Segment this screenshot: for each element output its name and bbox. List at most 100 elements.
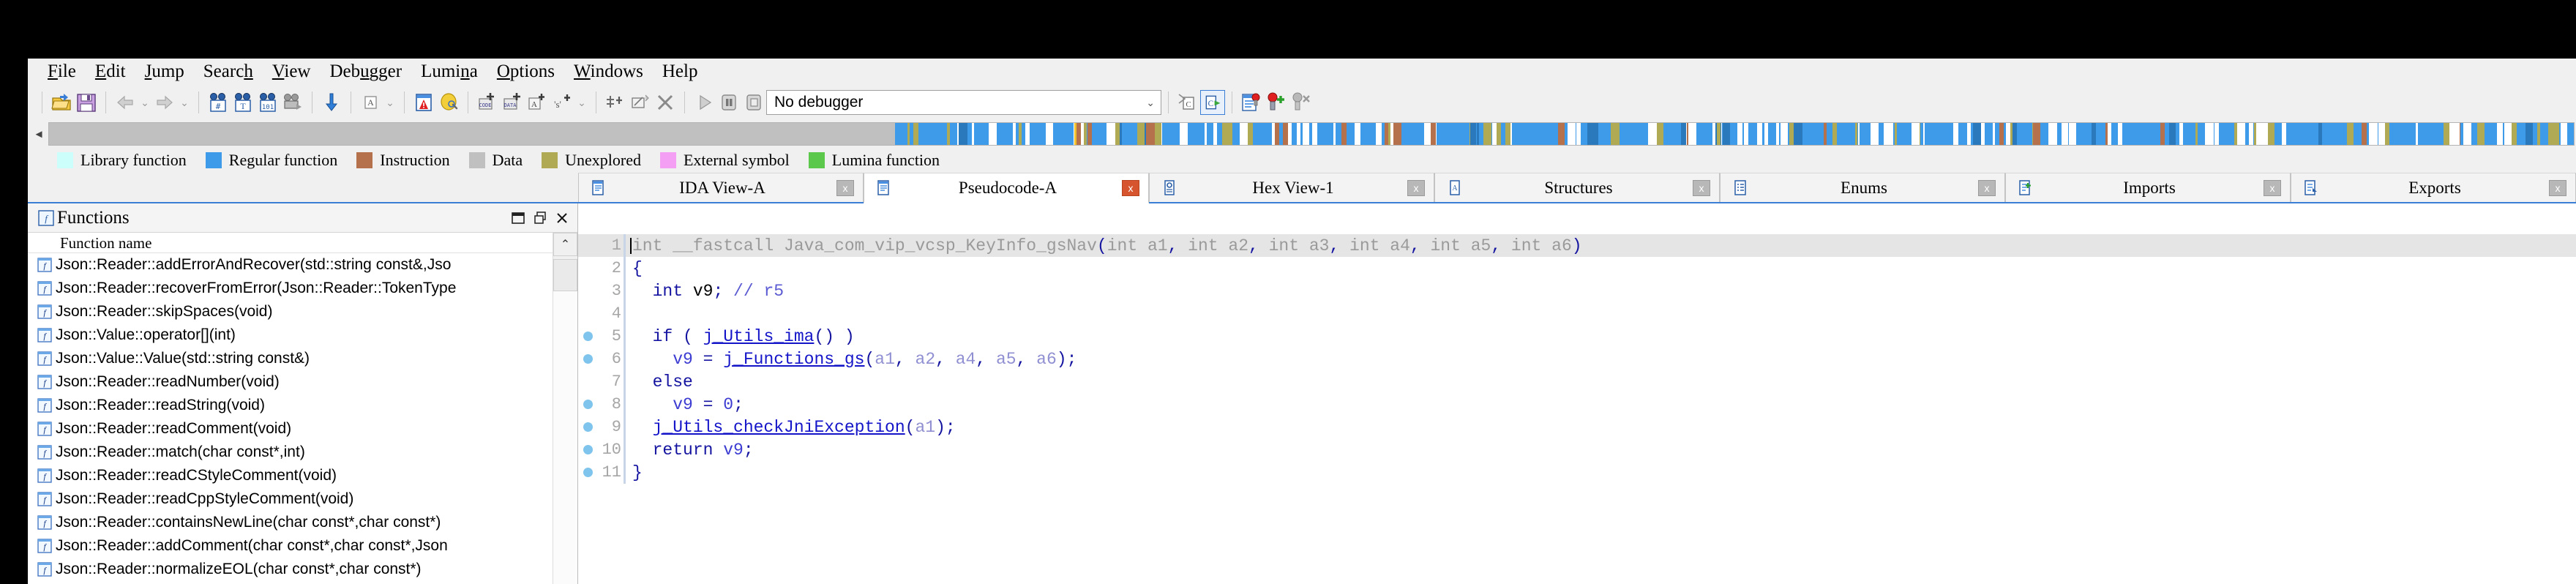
pseudocode-editor[interactable]: 1 int __fastcall Java_com_vip_vcsp_KeyInf… (578, 233, 2576, 584)
functions-list[interactable]: Function name f Json::Reader::addErrorAnd… (28, 233, 553, 584)
alert-icon[interactable] (411, 90, 436, 115)
make-struct-icon[interactable]: 's' (550, 90, 574, 115)
search-binary-icon[interactable]: 101 (255, 90, 280, 115)
function-list-item[interactable]: f Json::Reader::readString(void) (28, 394, 553, 417)
lumina-icon[interactable] (436, 90, 461, 115)
jump-down-icon[interactable] (319, 90, 344, 115)
run-icon[interactable] (692, 90, 716, 115)
tab-enums[interactable]: Enums x (1720, 173, 2005, 202)
breakpoint-marker-icon[interactable] (578, 445, 597, 454)
function-list-item[interactable]: f Json::Reader::readCStyleComment(void) (28, 464, 553, 487)
menu-item-options[interactable]: Options (487, 61, 564, 82)
menu-item-file[interactable]: File (38, 61, 86, 82)
tab-ida-view-a[interactable]: IDA View-A x (578, 173, 864, 202)
make-array-icon[interactable] (603, 90, 628, 115)
pseudocode-line[interactable]: 11} (578, 461, 2576, 484)
breakpoint-marker-icon[interactable] (578, 400, 597, 409)
breakpoint-marker-icon[interactable] (578, 468, 597, 477)
functions-scrollbar[interactable]: ⌃ (553, 233, 577, 584)
pseudocode-line[interactable]: 10 return v9; (578, 438, 2576, 461)
maximize-icon[interactable] (529, 208, 551, 228)
function-list-item[interactable]: f Json::Reader::normalizeEOL(char const*,… (28, 558, 553, 581)
tab-structures[interactable]: A Structures x (1434, 173, 1720, 202)
navigate-back-icon[interactable] (113, 90, 138, 115)
function-list-item[interactable]: f Json::Reader::containsNewLine(char cons… (28, 511, 553, 534)
function-list-item[interactable]: f Json::Reader::readComment(void) (28, 417, 553, 441)
menu-item-help[interactable]: Help (653, 61, 708, 82)
breakpoint-list-icon[interactable] (1239, 90, 1264, 115)
pseudocode-line[interactable]: 6 v9 = j_Functions_gs(a1, a2, a4, a5, a6… (578, 348, 2576, 370)
search-text-icon[interactable]: T (231, 90, 255, 115)
ascii-icon[interactable]: A (358, 90, 383, 115)
function-list-item[interactable]: f Json::Reader::addErrorAndRecover(std::s… (28, 253, 553, 277)
menu-item-lumina[interactable]: Lumina (411, 61, 487, 82)
pseudocode-line[interactable]: 1 int __fastcall Java_com_vip_vcsp_KeyInf… (578, 234, 2576, 257)
menu-item-debugger[interactable]: Debugger (320, 61, 411, 82)
pseudocode-line[interactable]: 8 v9 = 0; (578, 393, 2576, 416)
tab-close-icon[interactable]: x (2549, 179, 2566, 196)
breakpoint-marker-icon[interactable] (578, 332, 597, 341)
make-data-icon[interactable]: DATA (500, 90, 525, 115)
function-list-item[interactable]: f Json::Value::Value(std::string const&) (28, 347, 553, 370)
tab-close-icon[interactable]: x (1407, 179, 1425, 196)
tab-close-icon[interactable]: x (1978, 179, 1996, 196)
search-next-icon[interactable] (280, 90, 305, 115)
restore-icon[interactable] (507, 208, 529, 228)
pseudocode-line[interactable]: 9 j_Utils_checkJniException(a1); (578, 416, 2576, 438)
function-list-item[interactable]: f Json::Reader::readNumber(void) (28, 370, 553, 394)
functions-column-header[interactable]: Function name (28, 233, 553, 253)
menu-item-edit[interactable]: Edit (86, 61, 135, 82)
navigate-back-dropdown-icon[interactable]: ⌄ (138, 90, 152, 115)
legend-item: Lumina function (808, 151, 940, 170)
tab-close-icon[interactable]: x (1693, 179, 1710, 196)
breakpoint-marker-icon[interactable] (578, 422, 597, 432)
save-icon[interactable] (74, 90, 99, 115)
tab-imports[interactable]: Imports x (2005, 173, 2291, 202)
function-list-item[interactable]: f Json::Reader::skipSpaces(void) (28, 300, 553, 323)
pseudocode-line[interactable]: 3 int v9; // r5 (578, 280, 2576, 302)
function-list-item[interactable]: f Json::Value::operator[](int) (28, 323, 553, 347)
open-file-icon[interactable] (49, 90, 74, 115)
step-into-source-icon[interactable]: C (1200, 90, 1225, 115)
navigate-forward-icon[interactable] (152, 90, 177, 115)
tab-pseudocode-a[interactable]: Pseudocode-A x (864, 173, 1149, 203)
scroll-up-icon[interactable]: ⌃ (553, 233, 577, 256)
navigate-forward-dropdown-icon[interactable]: ⌄ (177, 90, 192, 115)
undefine-icon[interactable] (628, 90, 653, 115)
make-struct-dropdown-icon[interactable]: ⌄ (574, 90, 589, 115)
debugger-select[interactable]: No debugger ⌄ (766, 90, 1161, 115)
function-list-item[interactable]: f Json::Reader::readCppStyleComment(void) (28, 487, 553, 511)
scrollbar-track[interactable] (553, 291, 577, 584)
stop-icon[interactable] (741, 90, 766, 115)
tab-close-icon[interactable]: x (2264, 179, 2281, 196)
step-over-source-icon[interactable]: C (1175, 90, 1200, 115)
search-hash-icon[interactable]: # (206, 90, 231, 115)
navigator-band[interactable] (48, 122, 2575, 146)
function-list-item[interactable]: f Json::Reader::addComment(char const*,ch… (28, 534, 553, 558)
add-breakpoint-icon[interactable] (1264, 90, 1289, 115)
menu-item-jump[interactable]: Jump (135, 61, 194, 82)
menu-item-view[interactable]: View (263, 61, 321, 82)
tab-exports[interactable]: Exports x (2291, 173, 2576, 202)
menu-item-search[interactable]: Search (194, 61, 263, 82)
tab-close-icon[interactable]: x (836, 179, 854, 196)
close-icon[interactable] (551, 208, 573, 228)
delete-icon[interactable] (653, 90, 678, 115)
disable-breakpoint-icon[interactable] (1289, 90, 1314, 115)
pseudocode-line[interactable]: 2{ (578, 257, 2576, 280)
pause-icon[interactable] (716, 90, 741, 115)
pseudocode-line[interactable]: 4 (578, 302, 2576, 325)
pseudocode-line[interactable]: 5 if ( j_Utils_ima() ) (578, 325, 2576, 348)
pseudocode-line[interactable]: 7 else (578, 370, 2576, 393)
tab-close-icon[interactable]: x (1122, 179, 1139, 196)
function-list-item[interactable]: f Json::Reader::match(char const*,int) (28, 441, 553, 464)
navigator-scroll-left-icon[interactable]: ◄ (29, 122, 48, 146)
make-ascii-icon[interactable]: A (525, 90, 550, 115)
ascii-dropdown-icon[interactable]: ⌄ (383, 90, 397, 115)
make-code-icon[interactable]: CODE (475, 90, 500, 115)
function-list-item[interactable]: f Json::Reader::recoverFromError(Json::Re… (28, 277, 553, 300)
tab-hex-view-1[interactable]: Hex View-1 x (1149, 173, 1434, 202)
menu-item-windows[interactable]: Windows (564, 61, 653, 82)
breakpoint-marker-icon[interactable] (578, 354, 597, 364)
scrollbar-thumb[interactable] (553, 259, 577, 291)
